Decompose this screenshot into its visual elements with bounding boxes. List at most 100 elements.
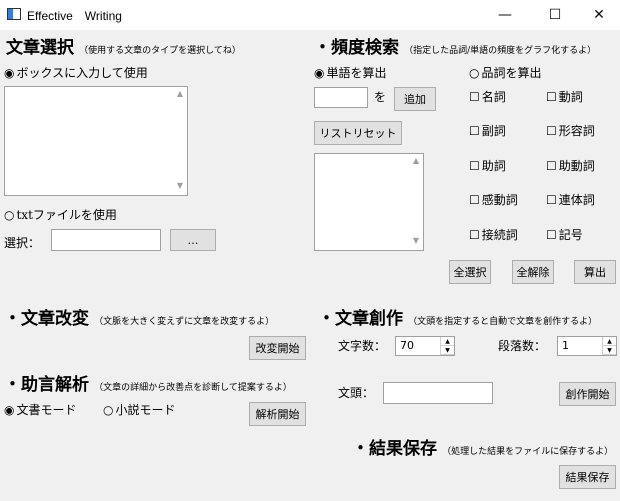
checkbox-pos-7[interactable]: ☐ 連体詞 [546,191,595,208]
paragraph-count-value: 1 [562,339,569,352]
checkbox-pos-5[interactable]: ☐ 助動詞 [546,157,595,174]
create-section-header: ・文章創作 （文頭を指定すると自動で文章を創作するよ） [318,304,597,329]
freq-section-title: ・頻度検索 [314,38,399,58]
checkbox-pos-6[interactable]: ☐ 感動詞 [469,191,518,208]
modify-section-header: ・文章改変 （文脈を大きく変えずに文章を改変するよ） [4,304,274,329]
char-count-value: 70 [400,339,414,352]
select-section-title: 文章選択 [6,38,74,58]
create-section-note: （文頭を指定すると自動で文章を創作するよ） [408,317,598,327]
radio-novel-mode-label: 小説モード [115,403,176,417]
freq-section-header: ・頻度検索 （指定した品詞/単語の頻度をグラフ化するよ） [314,33,596,58]
radio-selected-icon: ◉ [314,66,325,80]
opening-input[interactable] [383,382,493,404]
analyze-start-button[interactable]: 解析開始 [249,402,306,426]
list-reset-button[interactable]: リストリセット [314,121,402,145]
scroll-down-icon[interactable]: ▼ [173,181,187,193]
create-start-button[interactable]: 創作開始 [559,382,616,406]
paragraph-count-stepper[interactable]: 1 ▲ ▼ [557,336,617,356]
checkbox-icon: ☐ [546,90,557,104]
save-section-header: ・結果保存 （処理した結果をファイルに保存するよ） [352,434,613,459]
checkbox-icon: ☐ [469,90,480,104]
wo-label: を [374,90,387,104]
radio-doc-mode-label: 文書モード [16,403,77,417]
modify-section-note: （文脈を大きく変えずに文章を改変するよ） [94,317,275,327]
radio-unselected-icon: ○ [103,403,114,417]
char-count-spin[interactable]: ▲ ▼ [440,337,454,355]
word-list-scrollbar[interactable]: ▲ ▼ [409,154,423,250]
radio-word[interactable]: ◉ 単語を算出 [314,64,387,81]
select-section-header: 文章選択 （使用する文章のタイプを選択してね） [6,33,241,58]
checkbox-label: 助詞 [481,159,506,173]
text-input-box[interactable]: ▲ ▼ [4,86,188,196]
select-all-button[interactable]: 全選択 [449,260,491,284]
radio-use-box-label: ボックスに入力して使用 [16,66,148,80]
calculate-button[interactable]: 算出 [574,260,616,284]
spin-down-icon[interactable]: ▼ [603,346,616,355]
app-icon [7,8,21,20]
checkbox-pos-4[interactable]: ☐ 助詞 [469,157,506,174]
char-count-label: 文字数： [338,339,387,353]
scroll-down-icon[interactable]: ▼ [409,236,423,248]
advice-section-header: ・助言解析 （文章の詳細から改善点を診断して提案するよ） [4,370,292,395]
radio-word-label: 単語を算出 [326,66,387,80]
save-section-note: （処理した結果をファイルに保存するよ） [442,447,614,457]
radio-selected-icon: ◉ [4,66,15,80]
radio-doc-mode[interactable]: ◉ 文書モード [4,401,77,418]
paragraph-count-label: 段落数： [498,339,547,353]
paragraph-count-spin[interactable]: ▲ ▼ [602,337,616,355]
radio-use-box[interactable]: ◉ ボックスに入力して使用 [4,64,148,81]
radio-unselected-icon: ○ [469,66,480,80]
word-input[interactable] [314,87,368,108]
word-list-box[interactable]: ▲ ▼ [314,153,424,251]
checkbox-label: 副詞 [481,124,506,138]
checkbox-pos-1[interactable]: ☐ 動詞 [546,88,583,105]
advice-section-title: ・助言解析 [4,375,89,395]
select-label: 選択： [4,236,41,250]
scroll-up-icon[interactable]: ▲ [409,156,423,168]
add-button[interactable]: 追加 [394,87,436,111]
radio-selected-icon: ◉ [4,403,15,417]
spin-up-icon[interactable]: ▲ [441,337,454,346]
minimize-button[interactable]: — [482,0,528,30]
checkbox-pos-0[interactable]: ☐ 名詞 [469,88,506,105]
save-result-button[interactable]: 結果保存 [559,465,616,489]
window-title: Effective Writing [27,9,122,23]
checkbox-pos-9[interactable]: ☐ 記号 [546,226,583,243]
modify-start-button[interactable]: 改変開始 [249,336,306,360]
checkbox-icon: ☐ [469,159,480,173]
char-count-stepper[interactable]: 70 ▲ ▼ [395,336,455,356]
freq-section-note: （指定した品詞/単語の頻度をグラフ化するよ） [404,46,597,56]
radio-pos[interactable]: ○ 品詞を算出 [469,64,542,81]
checkbox-pos-8[interactable]: ☐ 接続詞 [469,226,518,243]
checkbox-icon: ☐ [546,228,557,242]
save-section-title: ・結果保存 [352,439,437,459]
radio-novel-mode[interactable]: ○ 小説モード [103,401,176,418]
checkbox-pos-2[interactable]: ☐ 副詞 [469,122,506,139]
checkbox-pos-3[interactable]: ☐ 形容詞 [546,122,595,139]
checkbox-label: 動詞 [558,90,583,104]
checkbox-label: 名詞 [481,90,506,104]
checkbox-label: 接続詞 [481,228,518,242]
radio-unselected-icon: ○ [4,208,15,222]
browse-button[interactable]: … [170,229,216,251]
deselect-all-button[interactable]: 全解除 [512,260,554,284]
checkbox-icon: ☐ [469,124,480,138]
radio-use-txt-label: txtファイルを使用 [16,208,117,222]
spin-up-icon[interactable]: ▲ [603,337,616,346]
opening-label: 文頭： [338,386,375,400]
checkbox-label: 感動詞 [481,193,518,207]
maximize-button[interactable]: ☐ [532,0,578,30]
checkbox-label: 形容詞 [558,124,595,138]
close-button[interactable]: ✕ [576,0,620,30]
text-box-scrollbar[interactable]: ▲ ▼ [173,87,187,195]
radio-pos-label: 品詞を算出 [481,66,542,80]
checkbox-icon: ☐ [546,159,557,173]
radio-use-txt[interactable]: ○ txtファイルを使用 [4,206,117,223]
checkbox-icon: ☐ [469,193,480,207]
checkbox-icon: ☐ [546,124,557,138]
scroll-up-icon[interactable]: ▲ [173,89,187,101]
checkbox-label: 記号 [558,228,583,242]
spin-down-icon[interactable]: ▼ [441,346,454,355]
file-path-input[interactable] [51,229,161,251]
checkbox-label: 連体詞 [558,193,595,207]
